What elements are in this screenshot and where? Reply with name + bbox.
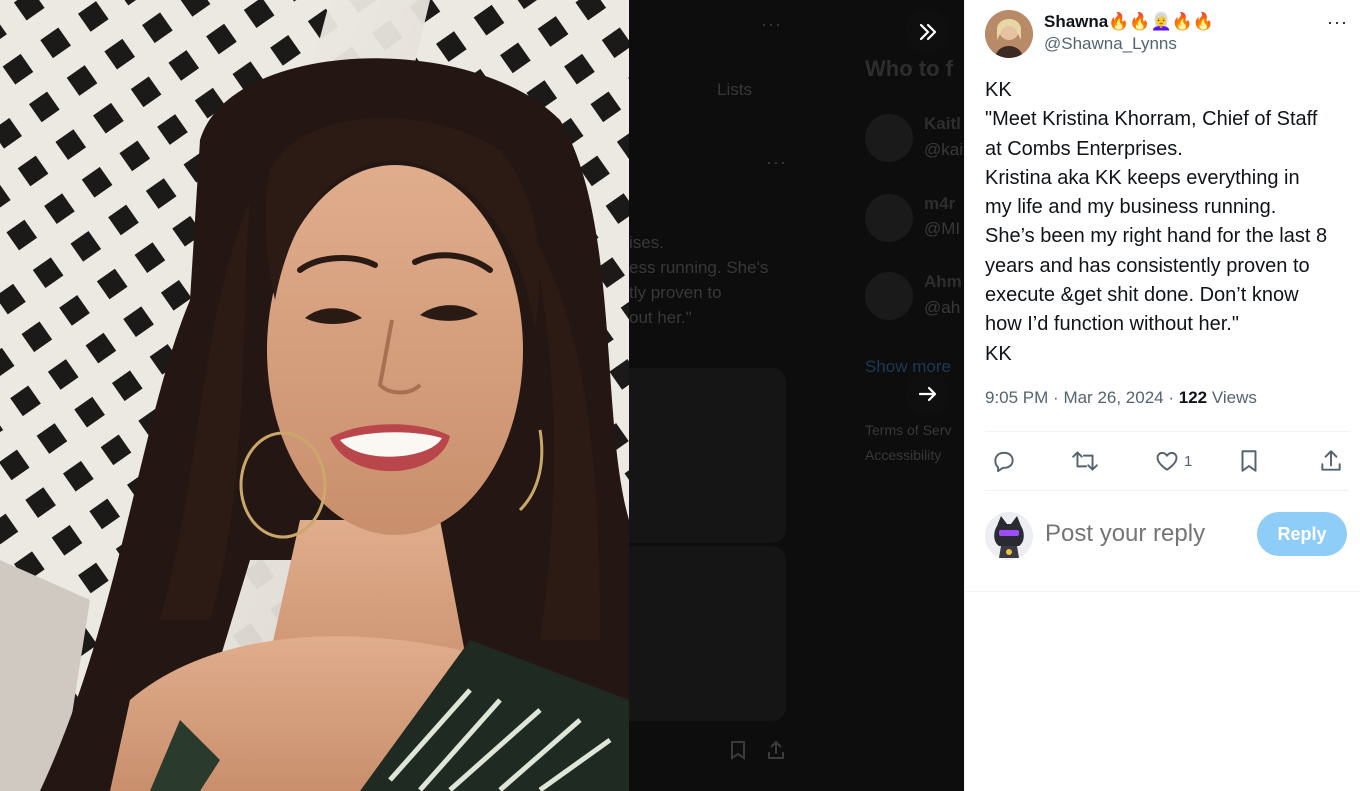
share-icon <box>1321 450 1341 471</box>
share-button[interactable] <box>1318 448 1344 474</box>
divider <box>985 490 1349 491</box>
tweet-photo <box>0 0 629 791</box>
tweet-text-line: She’s been my right hand for the last 8 <box>985 225 1328 248</box>
bg-suggestion-avatar <box>865 114 913 162</box>
tweet-actions: 1 <box>985 440 1349 484</box>
bg-bookmark-icon <box>731 741 745 760</box>
tweet-text-line: my life and my business running. <box>985 196 1277 219</box>
bookmark-icon <box>1241 450 1257 472</box>
meta-separator: · <box>1053 388 1064 407</box>
reply-button[interactable] <box>991 448 1017 474</box>
bg-footer-link: Terms of Serv <box>865 422 952 438</box>
more-options-icon[interactable]: ··· <box>1327 12 1348 33</box>
cat-avatar-image <box>985 512 1033 560</box>
like-count: 1 <box>1184 452 1193 470</box>
tweet-text-line: years and has consistently proven to <box>985 254 1310 277</box>
bg-tweet-image <box>629 546 786 721</box>
tweet-text: KK "Meet Kristina Khorram, Chief of Staf… <box>985 76 1357 369</box>
bg-lists-tab: Lists <box>717 80 752 99</box>
divider <box>965 591 1360 592</box>
bookmark-button[interactable] <box>1237 448 1261 474</box>
tweet-text-line: KK <box>985 79 1012 101</box>
reply-input[interactable] <box>1045 520 1245 548</box>
collapse-panel-button[interactable] <box>906 10 949 53</box>
retweet-button[interactable] <box>1071 448 1099 474</box>
bg-suggestion-name: m4r <box>924 194 956 213</box>
bg-more-icon: ··· <box>766 152 787 172</box>
bg-tweet-fragment: ess running. She's <box>629 258 769 277</box>
tweet-time[interactable]: 9:05 PM <box>985 388 1048 407</box>
bg-suggestion-handle: @kai <box>924 140 963 159</box>
tweet-text-line: Kristina aka KK keeps everything in <box>985 166 1300 189</box>
author-name[interactable]: Shawna🔥🔥👩‍🦳🔥🔥 <box>1044 11 1214 33</box>
reply-icon <box>994 451 1014 473</box>
bg-tweet-fragment: ises. <box>629 233 664 252</box>
tweet-author: Shawna🔥🔥👩‍🦳🔥🔥 @Shawna_Lynns <box>985 10 1214 58</box>
bg-suggestion-handle: @ah <box>924 298 961 317</box>
author-handle[interactable]: @Shawna_Lynns <box>1044 33 1214 55</box>
author-avatar[interactable] <box>985 10 1033 58</box>
reply-submit-button[interactable]: Reply <box>1257 512 1347 556</box>
next-image-button[interactable] <box>906 372 949 415</box>
bg-tweet-fragment: tly proven to <box>629 283 722 302</box>
bg-suggestion-name: Kaitl <box>924 114 961 133</box>
collapse-panel-icon <box>919 23 936 40</box>
media-viewer: ··· Lists ··· ises. ess running. She's t… <box>0 0 1360 791</box>
tweet-text-line: at Combs Enterprises. <box>985 137 1183 160</box>
bg-footer-link: Accessibility <box>865 447 942 463</box>
views-label: Views <box>1211 388 1257 407</box>
reply-composer: Reply <box>985 510 1349 562</box>
photo-illustration <box>0 0 629 791</box>
retweet-icon <box>1072 451 1098 471</box>
bg-suggestion-name: Ahm <box>924 272 962 291</box>
bg-more-icon: ··· <box>761 14 782 34</box>
next-image-icon <box>918 386 936 401</box>
bg-suggestion-avatar <box>865 194 913 242</box>
meta-separator: · <box>1168 388 1179 407</box>
bg-tweet-fragment: out her." <box>629 308 692 327</box>
bg-tweet-image <box>629 368 786 543</box>
bg-share-icon <box>768 740 784 759</box>
tweet-meta: 9:05 PM · Mar 26, 2024 · 122 Views <box>985 388 1257 408</box>
bg-who-to-follow: Who to f <box>865 56 953 81</box>
tweet-text-line: KK <box>985 342 1012 365</box>
bg-suggestion-handle: @MI <box>924 219 961 238</box>
tweet-text-line: "Meet Kristina Khorram, Chief of Staff <box>985 108 1318 131</box>
author-avatar-image <box>985 10 1033 58</box>
tweet-text-line: how I’d function without her." <box>985 313 1239 336</box>
tweet-date[interactable]: Mar 26, 2024 <box>1063 388 1163 407</box>
tweet-detail-panel: Shawna🔥🔥👩‍🦳🔥🔥 @Shawna_Lynns ··· KK "Meet… <box>964 0 1360 791</box>
user-avatar[interactable] <box>985 512 1033 560</box>
like-button[interactable]: 1 <box>1154 448 1192 474</box>
divider <box>985 431 1349 432</box>
like-icon <box>1156 451 1178 471</box>
tweet-text-line: execute &get shit done. Don’t know <box>985 284 1299 307</box>
views-count: 122 <box>1178 388 1208 407</box>
bg-suggestion-avatar <box>865 272 913 320</box>
